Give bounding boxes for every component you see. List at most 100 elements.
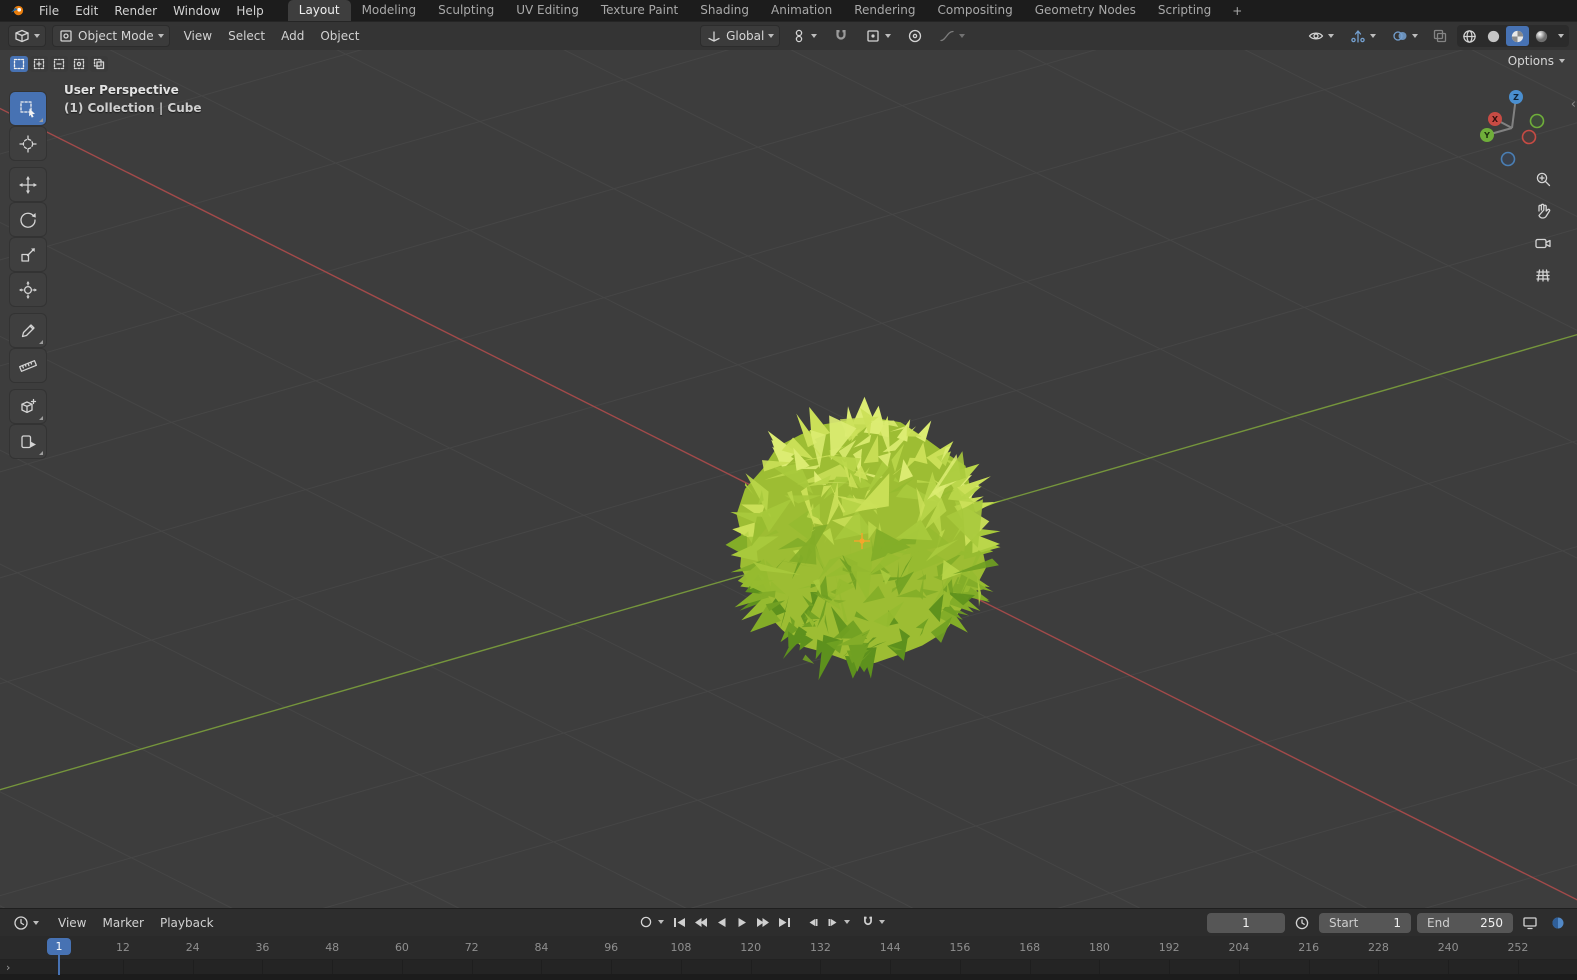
frame-start-field[interactable]: Start 1 <box>1319 913 1411 933</box>
keying-dropdown-icon[interactable] <box>658 920 664 924</box>
tool-annotate[interactable] <box>10 314 46 347</box>
prev-keyframe-button[interactable] <box>690 912 710 932</box>
workspace-tab-modeling[interactable]: Modeling <box>351 0 428 21</box>
workspace-tab-compositing[interactable]: Compositing <box>926 0 1023 21</box>
select-mode-intersect[interactable] <box>90 56 108 72</box>
use-preview-range-toggle[interactable] <box>1291 912 1313 934</box>
jump-to-end-button[interactable] <box>774 912 794 932</box>
tool-add-cube[interactable] <box>10 390 46 423</box>
tool-select-box[interactable] <box>10 92 46 125</box>
add-workspace-button[interactable]: + <box>1224 2 1250 20</box>
frame-end-field[interactable]: End 250 <box>1417 913 1513 933</box>
shading-rendered-button[interactable] <box>1530 26 1553 46</box>
workspace-tab-layout[interactable]: Layout <box>287 0 351 21</box>
timeline-menu-marker[interactable]: Marker <box>94 914 151 932</box>
gizmo-axis-z[interactable]: Z <box>1509 90 1523 104</box>
shading-dropdown-icon[interactable] <box>1558 34 1564 38</box>
shading-wireframe-button[interactable] <box>1458 26 1481 46</box>
sidebar-toggle-icon[interactable]: ‹ <box>1571 98 1576 111</box>
tool-scale[interactable] <box>10 238 46 271</box>
menu-render[interactable]: Render <box>106 2 165 20</box>
camera-view-icon[interactable] <box>1532 232 1554 254</box>
timeline-display-icon[interactable] <box>1519 912 1541 934</box>
playhead-marker[interactable]: 1 <box>47 938 71 955</box>
play-button[interactable] <box>732 912 752 932</box>
next-keyframe-button[interactable] <box>753 912 773 932</box>
overlays-dropdown[interactable] <box>1387 25 1423 47</box>
track-gridline <box>471 960 473 975</box>
pan-hand-icon[interactable] <box>1532 200 1554 222</box>
track-gridline <box>1517 960 1519 975</box>
gizmo-axis-z-neg[interactable] <box>1500 151 1516 167</box>
snap-dropdown-icon[interactable] <box>879 920 885 924</box>
workspace-tab-texture-paint[interactable]: Texture Paint <box>590 0 689 21</box>
channel-expand-icon[interactable]: › <box>6 961 10 974</box>
tool-measure[interactable] <box>10 349 46 382</box>
menu-window[interactable]: Window <box>165 2 228 20</box>
select-mode-extend[interactable] <box>30 56 48 72</box>
transform-pivot-dropdown[interactable] <box>786 25 822 47</box>
jump-to-start-button[interactable] <box>669 912 689 932</box>
xray-toggle[interactable] <box>1429 25 1451 47</box>
gizmo-axis-y-neg[interactable] <box>1529 113 1545 129</box>
navigation-gizmo[interactable]: X Y Z <box>1468 82 1556 170</box>
timeline-sync-icon[interactable] <box>1547 912 1569 934</box>
menu-edit[interactable]: Edit <box>67 2 106 20</box>
gizmo-axis-x[interactable]: X <box>1488 112 1502 126</box>
tool-transform[interactable] <box>10 273 46 306</box>
snap-settings-dropdown[interactable] <box>860 25 896 47</box>
auto-keying-toggle[interactable] <box>636 912 656 932</box>
ortho-grid-icon[interactable] <box>1532 264 1554 286</box>
workspace-tab-scripting[interactable]: Scripting <box>1147 0 1222 21</box>
menu-help[interactable]: Help <box>228 2 271 20</box>
viewport-menu-object[interactable]: Object <box>312 27 367 45</box>
select-mode-subtract[interactable] <box>50 56 68 72</box>
workspace-tab-geometry-nodes[interactable]: Geometry Nodes <box>1024 0 1147 21</box>
timeline-ruler[interactable]: 12 24 36 48 60 72 84 96 108 120 132 144 156 168 180 192… <box>0 936 1577 960</box>
prev-frame-button[interactable] <box>802 912 822 932</box>
transform-orientation-dropdown[interactable]: Global <box>700 25 781 47</box>
blender-logo-icon[interactable] <box>10 3 25 18</box>
timeline-menu-playback[interactable]: Playback <box>152 914 222 932</box>
viewport-menu-view[interactable]: View <box>176 27 220 45</box>
timeline-menu-view[interactable]: View <box>50 914 94 932</box>
editor-type-button[interactable] <box>8 25 46 47</box>
tool-move[interactable] <box>10 168 46 201</box>
timeline-track[interactable]: › <box>0 960 1577 975</box>
snap-toggle[interactable] <box>828 25 854 47</box>
workspace-tab-shading[interactable]: Shading <box>689 0 760 21</box>
visibility-dropdown[interactable] <box>1303 25 1339 47</box>
next-frame-button[interactable] <box>823 912 843 932</box>
select-mode-invert[interactable] <box>70 56 88 72</box>
frame-jump-dropdown-icon[interactable] <box>844 920 850 924</box>
mode-selector[interactable]: Object Mode <box>52 25 170 47</box>
gizmo-axis-x-neg[interactable] <box>1521 129 1537 145</box>
scene-canvas[interactable] <box>0 50 1577 908</box>
viewport-menu-add[interactable]: Add <box>273 27 312 45</box>
workspace-tab-sculpting[interactable]: Sculpting <box>427 0 505 21</box>
options-dropdown[interactable]: Options <box>1508 54 1565 68</box>
menu-file[interactable]: File <box>31 2 67 20</box>
timeline-snap-toggle[interactable] <box>858 912 878 932</box>
select-mode-set[interactable] <box>10 56 28 72</box>
proportional-editing-toggle[interactable] <box>902 25 928 47</box>
viewport-menu-select[interactable]: Select <box>220 27 273 45</box>
tool-cursor[interactable] <box>10 127 46 160</box>
workspace-tab-uv-editing[interactable]: UV Editing <box>505 0 590 21</box>
tool-rotate[interactable] <box>10 203 46 236</box>
timeline-editor-type-button[interactable] <box>8 912 44 934</box>
gizmos-dropdown[interactable] <box>1345 25 1381 47</box>
workspace-tab-rendering[interactable]: Rendering <box>843 0 926 21</box>
proportional-falloff-dropdown[interactable] <box>934 25 970 47</box>
workspace-tab-animation[interactable]: Animation <box>760 0 843 21</box>
tool-extra[interactable] <box>10 425 46 458</box>
shading-solid-button[interactable] <box>1482 26 1505 46</box>
current-frame-field[interactable]: 1 <box>1207 913 1285 933</box>
ruler-tick-48: 48 <box>325 941 340 954</box>
gizmo-axis-y[interactable]: Y <box>1480 128 1494 142</box>
zoom-icon[interactable] <box>1532 168 1554 190</box>
viewport-3d[interactable]: Options User Perspective (1) Collection … <box>0 50 1577 908</box>
play-reverse-button[interactable] <box>711 912 731 932</box>
shading-material-button[interactable] <box>1506 26 1529 46</box>
ruler-tick-132: 132 <box>809 941 831 954</box>
